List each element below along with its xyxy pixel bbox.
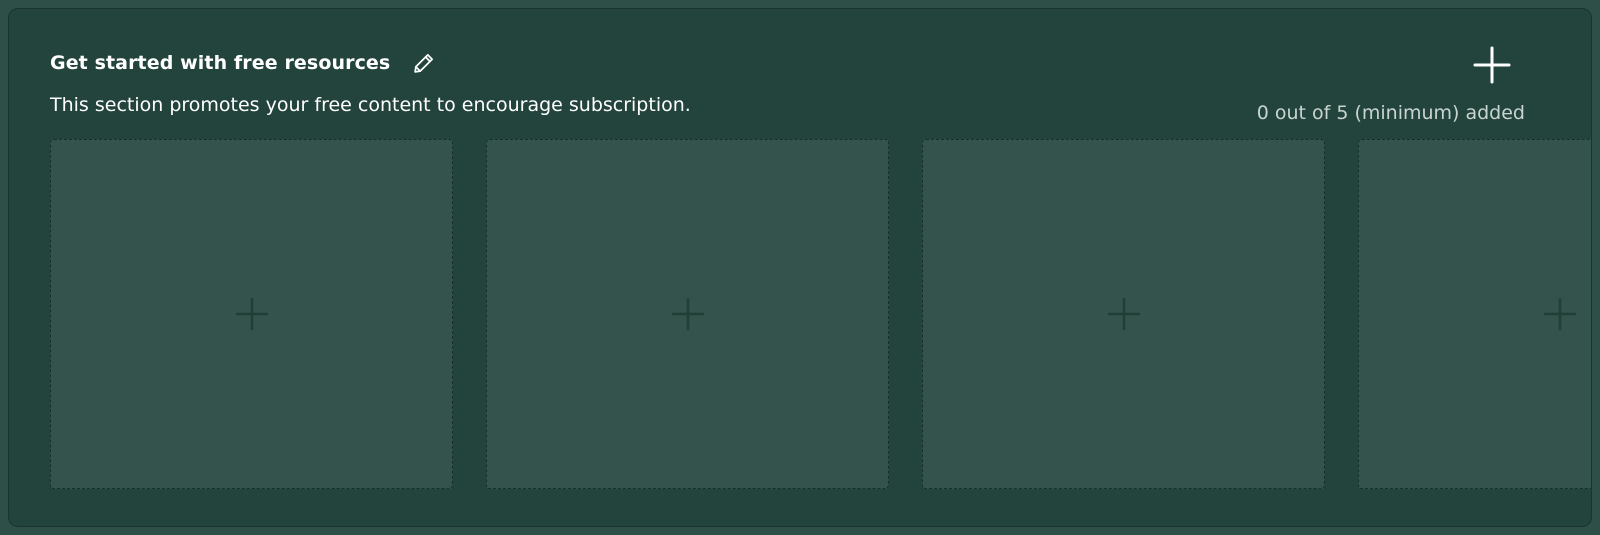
- resource-slots: [50, 139, 1591, 489]
- resource-slot-1[interactable]: [50, 139, 453, 489]
- plus-icon: [1107, 298, 1140, 330]
- pencil-icon: [414, 54, 434, 73]
- add-resource-button[interactable]: [1471, 44, 1513, 86]
- resource-slot-2[interactable]: [486, 139, 889, 489]
- free-resources-panel: Get started with free resources This sec…: [8, 8, 1592, 527]
- section-title: Get started with free resources: [50, 52, 391, 74]
- section-header: Get started with free resources: [50, 49, 438, 77]
- resource-slot-4[interactable]: [1358, 139, 1591, 489]
- plus-icon: [1543, 298, 1576, 330]
- section-description: This section promotes your free content …: [50, 94, 691, 116]
- plus-icon: [1473, 46, 1511, 84]
- edit-title-button[interactable]: [410, 49, 438, 77]
- plus-icon: [671, 298, 704, 330]
- plus-icon: [235, 298, 268, 330]
- added-counter: 0 out of 5 (minimum) added: [1256, 102, 1525, 124]
- resource-slot-3[interactable]: [922, 139, 1325, 489]
